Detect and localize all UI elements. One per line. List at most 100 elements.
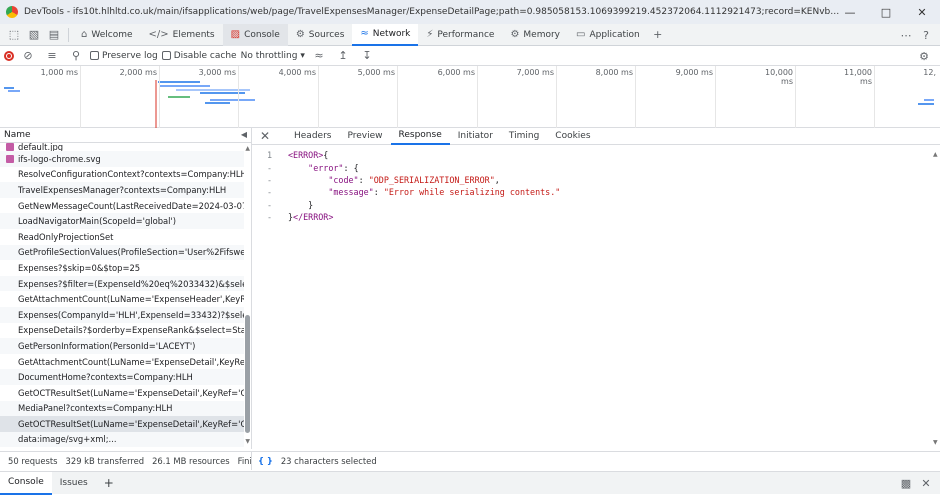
customize-menu-icon[interactable]: ⋯ [896, 25, 916, 45]
request-row-selected[interactable]: GetOCTResultSet(LuName='ExpenseDetail',K… [0, 416, 244, 432]
tab-headers[interactable]: Headers [286, 127, 339, 145]
request-row[interactable]: LoadNavigatorMain(ScopeId='global') [0, 213, 244, 229]
image-file-icon [6, 154, 14, 163]
tab-performance[interactable]: ⚡ Performance [418, 24, 502, 46]
request-row[interactable]: ExpenseDetails?$orderby=ExpenseRank&$sel… [0, 323, 244, 339]
tab-sources[interactable]: ⚙ Sources [288, 24, 353, 46]
request-row[interactable]: ResolveConfigurationContext?contexts=Com… [0, 167, 244, 183]
line-number: - [266, 187, 272, 198]
timeline-tick: 7,000 ms [516, 68, 554, 77]
request-row[interactable]: ifs-logo-chrome.svg [0, 151, 244, 167]
line-number: - [266, 212, 272, 223]
tab-welcome[interactable]: ⌂ Welcome [73, 24, 141, 46]
tab-application[interactable]: ▭ Application [568, 24, 648, 46]
open-brace: { [323, 150, 329, 161]
transferred-size: 329 kB transferred [65, 455, 145, 466]
error-key: "error" [308, 162, 344, 173]
home-icon: ⌂ [81, 29, 88, 40]
request-row[interactable]: Expenses(CompanyId='HLH',ExpenseId=33432… [0, 306, 244, 323]
close-brace: } [308, 199, 314, 210]
timeline-tick: 6,000 ms [437, 68, 475, 77]
scroll-up-icon[interactable]: ▲ [245, 145, 250, 152]
request-row[interactable]: data:image/svg+xml;... [0, 431, 244, 448]
memory-icon: ⚙ [510, 29, 520, 40]
response-body[interactable]: 1 <ERROR>{ - "error": { - "code": "ODP_SE… [252, 145, 940, 223]
request-row[interactable]: Expenses?$filter=(ExpenseId%20eq%2033432… [0, 275, 244, 292]
network-conditions-icon[interactable]: ≈ [309, 46, 329, 66]
message-key: "message" [328, 187, 374, 198]
collapse-arrow-icon[interactable]: ◀ [241, 130, 247, 139]
device-toolbar-icon[interactable]: ▧ [24, 25, 44, 45]
selection-info: 23 characters selected [280, 455, 377, 466]
request-row[interactable]: MediaPanel?contexts=Company:HLH [0, 400, 244, 417]
request-row[interactable]: TravelExpensesManager?contexts=Company:H… [0, 182, 244, 198]
request-count: 50 requests [8, 455, 58, 466]
scroll-down-icon[interactable]: ▼ [245, 438, 250, 445]
maximize-button[interactable]: □ [868, 0, 904, 24]
inspect-element-icon[interactable]: ⬚ [4, 25, 24, 45]
minimize-button[interactable]: — [832, 0, 868, 24]
tab-timing[interactable]: Timing [501, 127, 547, 145]
message-value: "Error while serializing contents." [383, 187, 561, 198]
tab-preview[interactable]: Preview [339, 127, 390, 145]
close-drawer-icon[interactable]: ✕ [916, 473, 936, 493]
pretty-print-button[interactable]: { } [258, 456, 273, 466]
tab-console[interactable]: ▨ Console [222, 23, 288, 46]
filter-icon[interactable]: ≡ [42, 46, 62, 66]
more-tabs-icon[interactable]: + [648, 25, 668, 45]
finish-time: Finish: 1 [237, 455, 252, 466]
disable-cache-checkbox[interactable]: Disable cache [161, 51, 237, 61]
clear-icon[interactable]: ⊘ [18, 46, 38, 66]
scroll-up-icon[interactable]: ▲ [933, 151, 938, 158]
performance-icon: ⚡ [426, 29, 434, 40]
search-icon[interactable]: ⚲ [66, 46, 86, 66]
close-window-button[interactable]: ✕ [904, 0, 940, 24]
preserve-log-checkbox[interactable]: Preserve log [90, 51, 158, 61]
tab-elements[interactable]: </> Elements [141, 24, 223, 46]
throttling-select[interactable]: No throttling ▾ [241, 51, 305, 61]
help-icon[interactable]: ? [916, 25, 936, 45]
timeline-tick: 4,000 ms [278, 68, 316, 77]
devtools-tabbar: ⬚ ▧ ▤ ⌂ Welcome </> Elements ▨ Console ⚙ Sou… [0, 23, 940, 46]
application-icon: ▭ [576, 29, 586, 40]
request-row[interactable]: default.jpg [0, 143, 244, 151]
record-icon[interactable] [4, 50, 14, 61]
tab-response[interactable]: Response [390, 127, 450, 145]
network-overview[interactable]: 1,000 ms 2,000 ms 3,000 ms 4,000 ms 5,00… [0, 66, 940, 128]
drawer-tab-issues[interactable]: Issues [52, 472, 96, 495]
timeline-tick: 9,000 ms [675, 68, 713, 77]
name-column-header[interactable]: Name ◀ [0, 127, 251, 143]
tab-memory[interactable]: ⚙ Memory [502, 24, 568, 46]
close-icon[interactable]: ✕ [260, 129, 276, 143]
tab-cookies[interactable]: Cookies [547, 127, 598, 145]
network-settings-icon[interactable]: ⚙ [914, 46, 934, 66]
drawer-tab-console[interactable]: Console [0, 471, 52, 495]
request-row[interactable]: GetNewMessageCount(LastReceivedDate=2024… [0, 198, 244, 214]
request-list-scrollbar[interactable] [245, 315, 250, 433]
request-row[interactable]: GetOCTResultSet(LuName='ExpenseDetail',K… [0, 385, 244, 401]
drawer-tabbar: Console Issues + ▩ ✕ [0, 471, 940, 495]
tab-initiator[interactable]: Initiator [450, 127, 501, 145]
add-drawer-tab-button[interactable]: + [96, 472, 122, 495]
upload-har-icon[interactable]: ↥ [333, 46, 353, 66]
open-brace: { [353, 162, 359, 173]
request-row[interactable]: GetProfileSectionValues(ProfileSection='… [0, 244, 244, 261]
request-row[interactable]: GetPersonInformation(PersonId='LACEYT') [0, 338, 244, 354]
download-har-icon[interactable]: ↧ [357, 46, 377, 66]
scroll-down-icon[interactable]: ▼ [933, 439, 938, 446]
request-row[interactable]: GetAttachmentCount(LuName='ExpenseHeader… [0, 291, 244, 307]
detail-tabs: ✕ Headers Preview Response Initiator Tim… [252, 127, 940, 145]
dock-drawer-icon[interactable]: ▩ [896, 473, 916, 493]
tab-network[interactable]: ≈ Network [352, 23, 419, 46]
sources-icon: ⚙ [295, 29, 305, 40]
request-row[interactable]: Expenses?$skip=0&$top=25 [0, 260, 244, 276]
timeline-tick: 2,000 ms [119, 68, 157, 77]
window-title: DevTools - ifs10t.hlhltd.co.uk/main/ifsa… [24, 7, 844, 17]
request-row[interactable]: DocumentHome?contexts=Company:HLH [0, 369, 244, 385]
code-value: "ODP_SERIALIZATION_ERROR" [368, 174, 495, 185]
request-row[interactable]: ReadOnlyProjectionSet [0, 229, 244, 245]
request-row[interactable]: GetAttachmentCount(LuName='ExpenseDetail… [0, 354, 244, 370]
dock-icon[interactable]: ▤ [44, 25, 64, 45]
xml-close-tag: </ERROR> [293, 212, 334, 223]
console-icon: ▨ [230, 29, 241, 40]
